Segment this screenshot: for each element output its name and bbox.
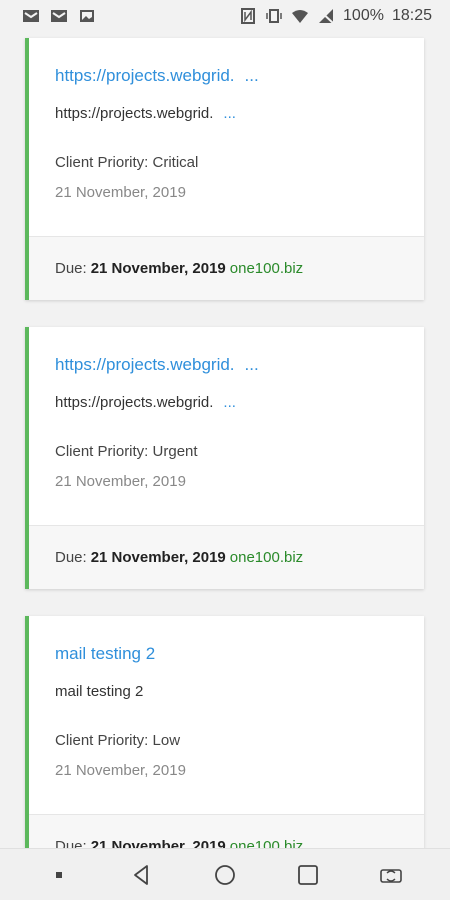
card-subtitle: https://projects.webgrid.... [55,393,398,413]
card-title[interactable]: https://projects.webgrid.... [55,353,398,377]
battery-percent: 100% [343,7,384,24]
gmail-icon [22,8,40,24]
card-title-dots[interactable]: ... [245,355,259,374]
vibrate-icon [265,8,283,24]
back-icon[interactable] [124,857,160,893]
rotate-icon[interactable] [373,857,409,893]
task-card[interactable]: https://projects.webgrid.... https://pro… [25,38,424,300]
card-title-text[interactable]: mail testing 2 [55,644,155,663]
card-date: 21 November, 2019 [55,762,186,779]
status-time: 18:25 [391,7,432,24]
card-title-dots[interactable]: ... [245,66,259,85]
card-title[interactable]: https://projects.webgrid.... [55,64,398,88]
status-bar: 100% 18:25 [0,0,450,32]
system-nav-bar [0,848,450,900]
client-priority: Client Priority: Urgent [55,443,198,460]
card-title[interactable]: mail testing 2 [55,642,398,666]
task-card[interactable]: https://projects.webgrid.... https://pro… [25,327,424,589]
card-subtitle-dots[interactable]: ... [223,105,236,122]
due-date: 21 November, 2019 [90,260,226,277]
card-title-text[interactable]: https://projects.webgrid. [55,66,235,85]
card-subtitle-text: https://projects.webgrid. [55,394,214,411]
status-right-icons: 100% 18:25 [239,7,432,25]
screen: 100% 18:25 https://projects.webgrid.... … [0,0,450,900]
client-domain[interactable]: one100.biz [230,549,303,566]
card-footer: Due: 21 November, 2019 one100.biz [29,814,424,848]
card-subtitle: https://projects.webgrid.... [55,104,398,124]
menu-dot-icon[interactable] [41,857,77,893]
card-subtitle-dots[interactable]: ... [223,394,236,411]
gmail-icon [50,8,68,24]
nfc-icon [239,8,257,24]
card-subtitle: mail testing 2 [55,682,398,702]
due-label: Due: [55,549,87,566]
client-priority: Client Priority: Critical [55,154,199,171]
task-list[interactable]: https://projects.webgrid.... https://pro… [0,32,450,848]
client-priority: Client Priority: Low [55,732,181,749]
due-date: 21 November, 2019 [90,838,226,848]
task-card[interactable]: mail testing 2 mail testing 2 Client Pri… [25,616,424,848]
home-icon[interactable] [207,857,243,893]
card-title-text[interactable]: https://projects.webgrid. [55,355,235,374]
card-footer: Due: 21 November, 2019 one100.biz [29,236,424,300]
image-icon [78,8,96,24]
due-date: 21 November, 2019 [90,549,226,566]
wifi-icon [291,8,309,24]
card-date: 21 November, 2019 [55,184,186,201]
card-footer: Due: 21 November, 2019 one100.biz [29,525,424,589]
card-subtitle-text: mail testing 2 [55,683,144,700]
recents-icon[interactable] [290,857,326,893]
status-left-icons [22,8,96,24]
due-label: Due: [55,260,87,277]
client-domain[interactable]: one100.biz [230,838,303,848]
no-signal-icon [317,8,335,24]
card-date: 21 November, 2019 [55,473,186,490]
client-domain[interactable]: one100.biz [230,260,303,277]
due-label: Due: [55,838,87,848]
card-subtitle-text: https://projects.webgrid. [55,105,214,122]
